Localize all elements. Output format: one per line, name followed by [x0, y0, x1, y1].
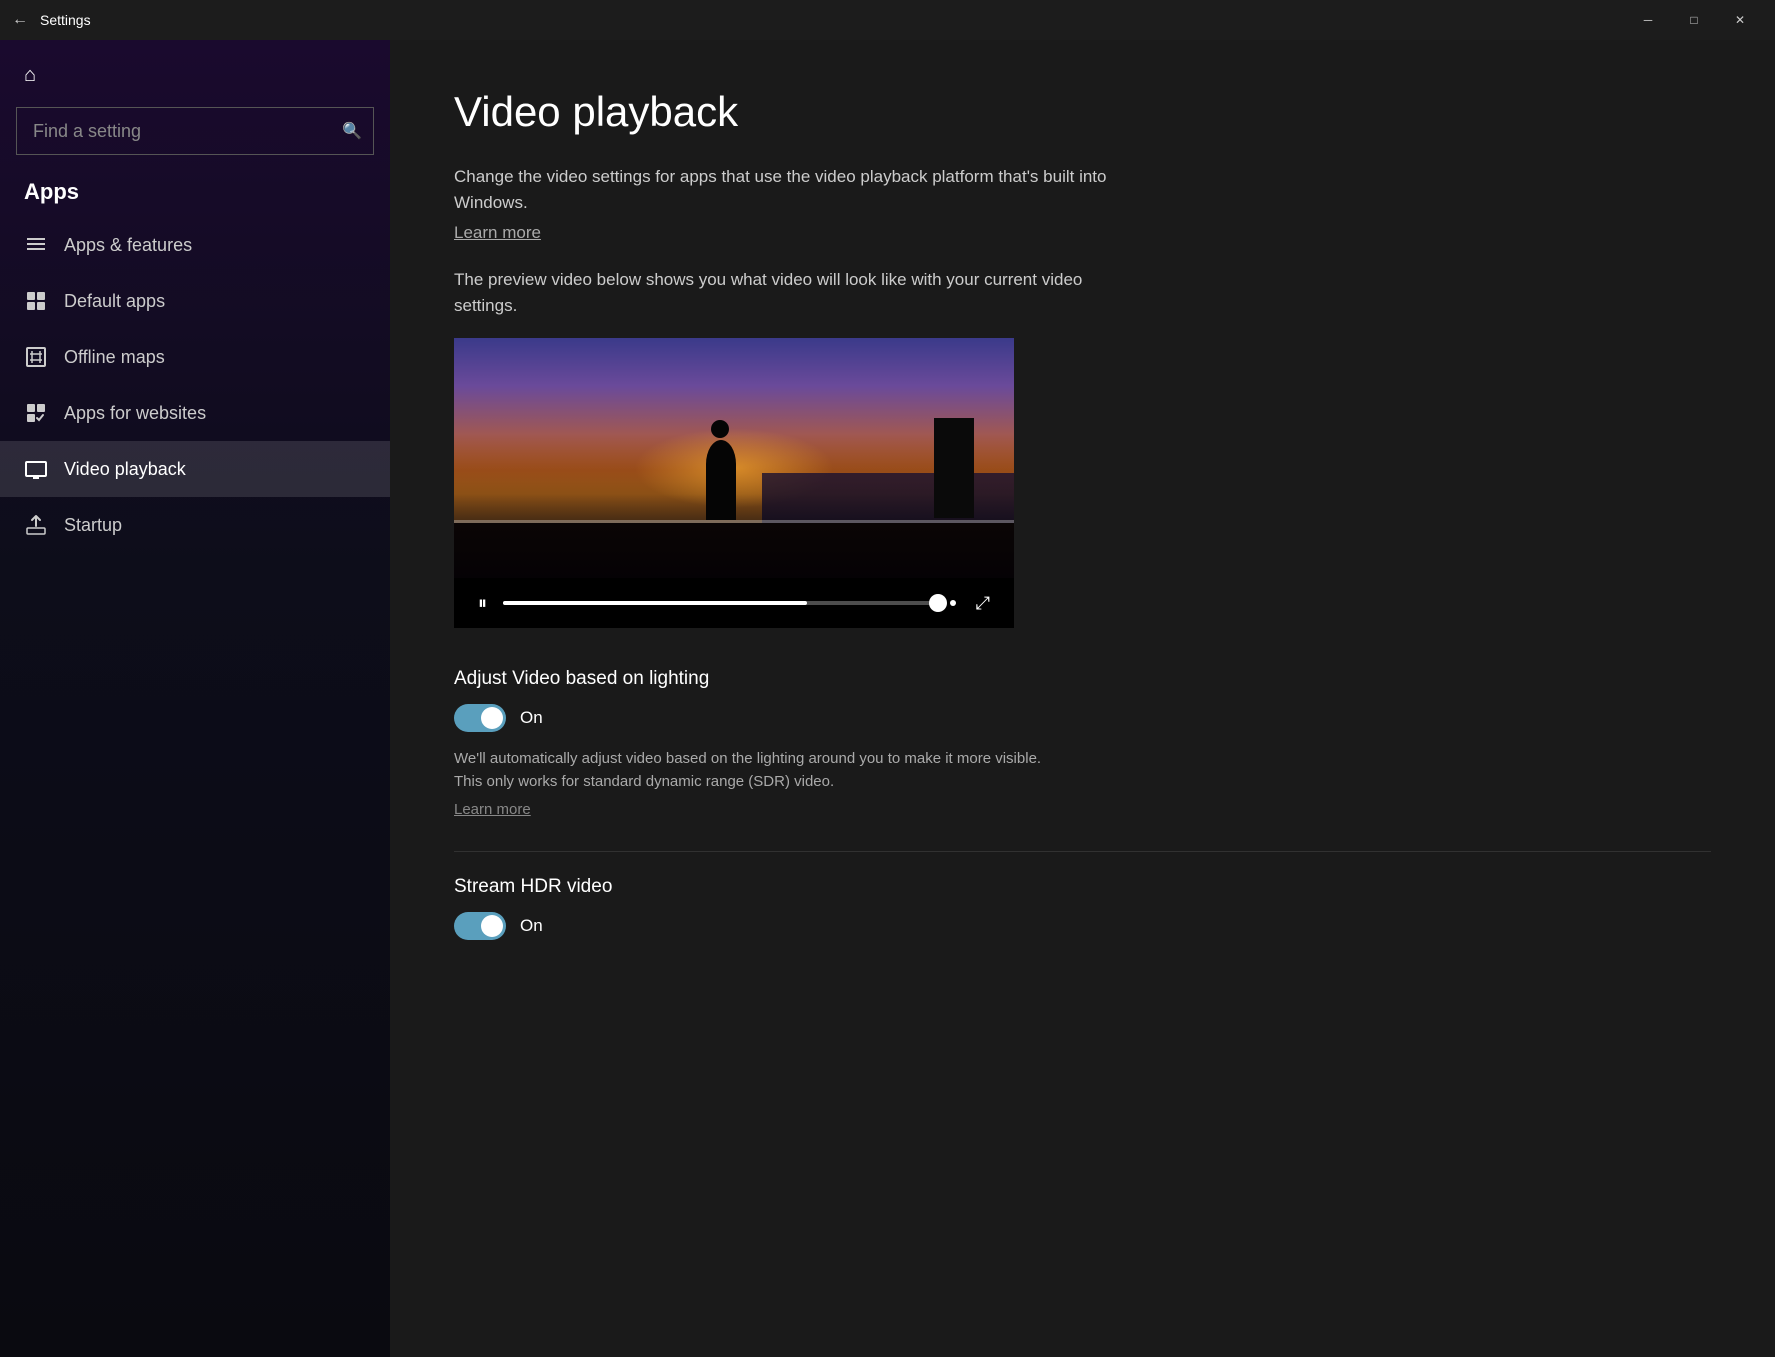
sidebar-section-title: Apps — [0, 171, 390, 217]
fullscreen-button[interactable]: ⤢ — [968, 589, 998, 618]
lighting-toggle-row: On — [454, 704, 1711, 732]
search-input[interactable] — [16, 107, 374, 155]
startup-icon — [24, 513, 48, 537]
hdr-toggle-row: On — [454, 912, 1711, 940]
lighting-setting-section: Adjust Video based on lighting On We'll … — [454, 668, 1711, 819]
sidebar-item-apps-features[interactable]: Apps & features — [0, 217, 390, 273]
video-scene — [454, 338, 1014, 578]
learn-more-lighting[interactable]: Learn more — [454, 801, 531, 818]
hdr-toggle-status: On — [520, 916, 543, 936]
apps-websites-icon — [24, 401, 48, 425]
video-preview: ⏸ ⤢ — [454, 338, 1014, 628]
learn-more-link-1[interactable]: Learn more — [454, 223, 541, 243]
water — [762, 473, 1014, 523]
lighting-desc: We'll automatically adjust video based o… — [454, 748, 1054, 793]
apps-features-label: Apps & features — [64, 235, 192, 256]
sidebar-item-apps-websites[interactable]: Apps for websites — [0, 385, 390, 441]
main-layout: ⌂ 🔍 Apps Apps & features — [0, 40, 1775, 1357]
home-icon[interactable]: ⌂ — [24, 64, 36, 86]
minimize-button[interactable]: ─ — [1625, 4, 1671, 36]
person-silhouette — [706, 440, 736, 520]
sidebar-item-startup[interactable]: Startup — [0, 497, 390, 553]
sidebar-item-video-playback[interactable]: Video playback — [0, 441, 390, 497]
sidebar-item-default-apps[interactable]: Default apps — [0, 273, 390, 329]
video-playback-label: Video playback — [64, 459, 186, 480]
floor-reflection — [454, 523, 1014, 578]
hdr-setting-section: Stream HDR video On — [454, 876, 1711, 940]
apps-features-icon — [24, 233, 48, 257]
offline-maps-label: Offline maps — [64, 347, 165, 368]
lighting-toggle[interactable] — [454, 704, 506, 732]
home-section: ⌂ — [0, 40, 390, 99]
progress-fill — [503, 601, 807, 605]
preview-text: The preview video below shows you what v… — [454, 267, 1134, 318]
lighting-toggle-status: On — [520, 708, 543, 728]
hdr-label: Stream HDR video — [454, 876, 1711, 898]
divider — [454, 851, 1711, 852]
hdr-toggle-thumb — [481, 915, 503, 937]
restore-button[interactable]: □ — [1671, 4, 1717, 36]
search-icon: 🔍 — [342, 121, 362, 141]
pause-button[interactable]: ⏸ — [470, 589, 495, 618]
content-area: Video playback Change the video settings… — [390, 40, 1775, 1357]
title-bar: ← Settings ─ □ ✕ — [0, 0, 1775, 40]
window-controls: ─ □ ✕ — [1625, 4, 1763, 36]
toggle-thumb — [481, 707, 503, 729]
apps-websites-label: Apps for websites — [64, 403, 206, 424]
page-title: Video playback — [454, 88, 1711, 136]
startup-label: Startup — [64, 515, 122, 536]
default-apps-label: Default apps — [64, 291, 165, 312]
volume-indicator — [950, 600, 956, 606]
page-description: Change the video settings for apps that … — [454, 164, 1134, 215]
lighting-label: Adjust Video based on lighting — [454, 668, 1711, 690]
building-silhouette — [934, 418, 974, 518]
app-title: Settings — [40, 12, 91, 28]
offline-maps-icon — [24, 345, 48, 369]
default-apps-icon — [24, 289, 48, 313]
sidebar-item-offline-maps[interactable]: Offline maps — [0, 329, 390, 385]
search-box: 🔍 — [16, 107, 374, 155]
video-playback-icon — [24, 457, 48, 481]
close-button[interactable]: ✕ — [1717, 4, 1763, 36]
video-controls: ⏸ ⤢ — [454, 578, 1014, 628]
sidebar: ⌂ 🔍 Apps Apps & features — [0, 40, 390, 1357]
progress-thumb — [929, 594, 947, 612]
hdr-toggle[interactable] — [454, 912, 506, 940]
progress-bar[interactable] — [503, 601, 938, 605]
back-button[interactable]: ← — [12, 11, 28, 29]
title-bar-left: ← Settings — [12, 11, 91, 29]
sidebar-nav: Apps & features Default apps — [0, 217, 390, 1357]
